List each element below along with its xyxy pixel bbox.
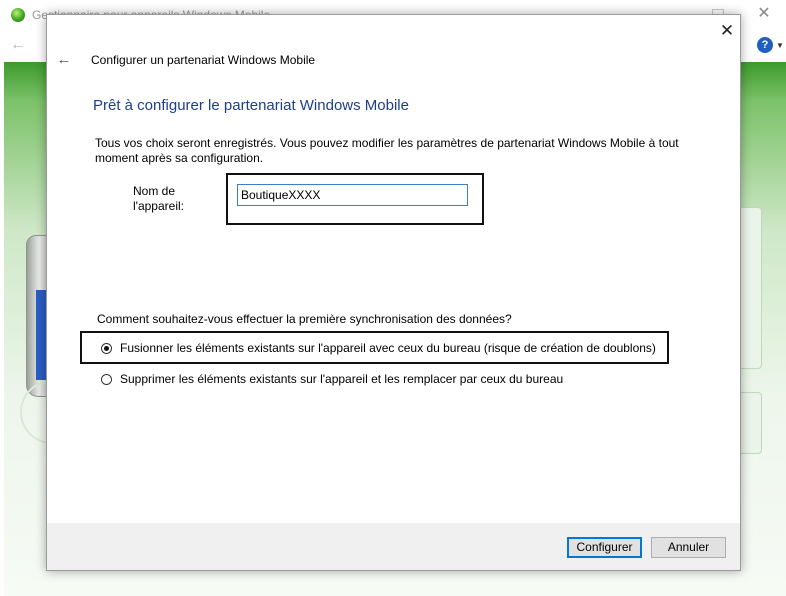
dialog-header: Configurer un partenariat Windows Mobile [91, 53, 316, 67]
merge-radio[interactable] [101, 342, 112, 354]
partnership-dialog: ✕ ← Configurer un partenariat Windows Mo… [46, 14, 741, 571]
help-icon[interactable]: ? [757, 37, 773, 53]
background-back-icon[interactable]: ← [10, 36, 26, 54]
cancel-button[interactable]: Annuler [651, 537, 726, 558]
page-title: Prêt à configurer le partenariat Windows… [93, 97, 409, 114]
background-close-icon[interactable]: ✕ [754, 4, 774, 24]
description-text: Tous vos choix seront enregistrés. Vous … [95, 136, 679, 165]
app-icon [11, 8, 25, 22]
merge-option-label: Fusionner les éléments existants sur l'a… [120, 341, 656, 355]
device-name-input[interactable] [237, 184, 468, 206]
replace-radio[interactable] [101, 373, 112, 385]
back-arrow-icon[interactable]: ← [55, 51, 73, 69]
chevron-down-icon[interactable]: ▼ [776, 41, 784, 50]
device-name-label: Nom de l'appareil: [133, 184, 184, 213]
replace-option-label: Supprimer les éléments existants sur l'a… [120, 372, 564, 386]
sync-question: Comment souhaitez-vous effectuer la prem… [97, 312, 512, 326]
merge-option[interactable]: Fusionner les éléments existants sur l'a… [101, 339, 656, 357]
replace-option[interactable]: Supprimer les éléments existants sur l'a… [101, 370, 563, 388]
close-icon[interactable]: ✕ [715, 19, 739, 43]
configure-button[interactable]: Configurer [567, 537, 642, 558]
